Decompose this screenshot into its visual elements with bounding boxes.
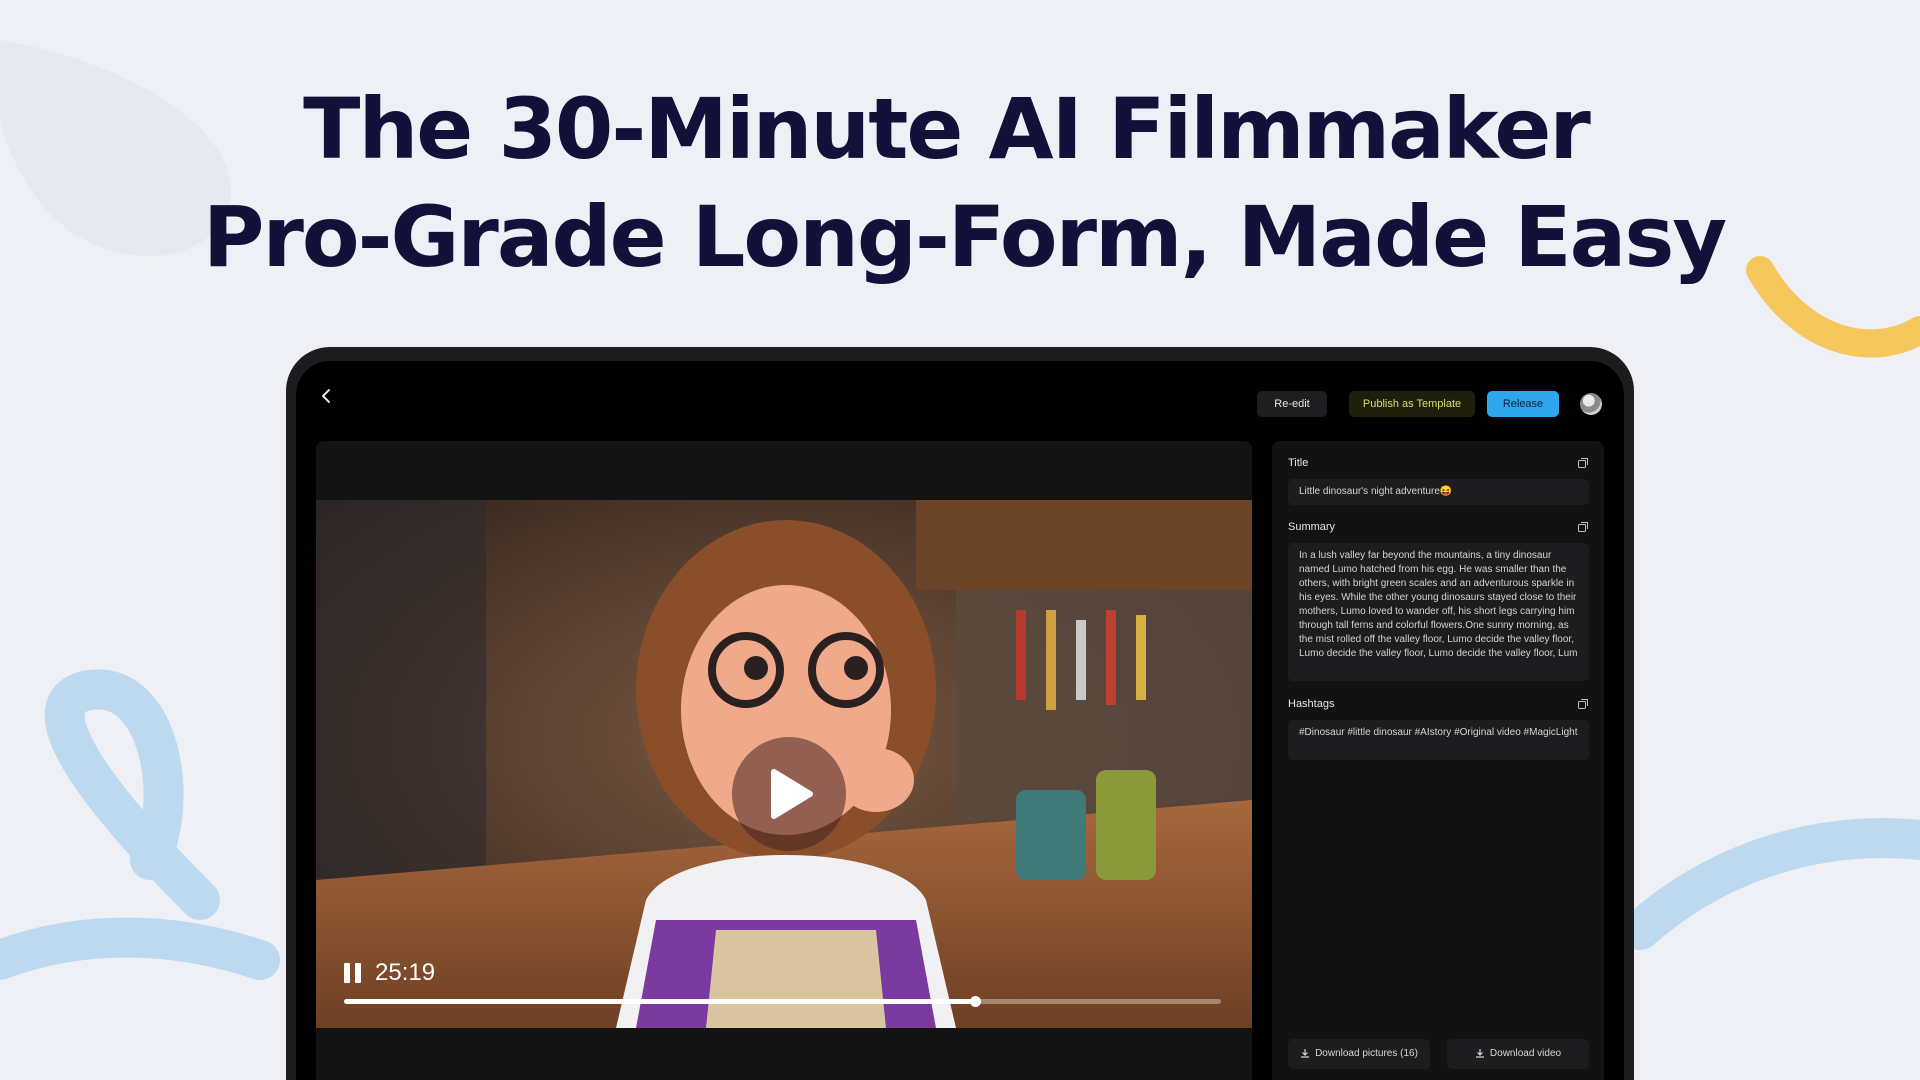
hashtags-label: Hashtags: [1288, 698, 1335, 710]
download-icon: [1475, 1049, 1484, 1058]
download-pictures-label: Download pictures (16): [1315, 1048, 1418, 1059]
progress-bar[interactable]: [344, 996, 1221, 1007]
publish-as-template-button[interactable]: Publish as Template: [1349, 391, 1475, 417]
app-screen: Re-edit Publish as Template Release 25:1…: [296, 361, 1624, 1080]
download-pictures-button[interactable]: Download pictures (16): [1288, 1039, 1430, 1069]
pause-icon[interactable]: [344, 963, 362, 983]
play-icon: [771, 769, 813, 819]
copy-icon[interactable]: [1577, 457, 1589, 469]
download-video-label: Download video: [1489, 1048, 1562, 1059]
copy-icon[interactable]: [1577, 521, 1589, 533]
summary-field[interactable]: In a lush valley far beyond the mountain…: [1288, 543, 1589, 681]
download-video-button[interactable]: Download video: [1447, 1039, 1589, 1069]
title-label: Title: [1288, 457, 1309, 469]
details-panel: Title Little dinosaur's night adventure😝…: [1272, 441, 1604, 1080]
video-player: 25:19: [316, 441, 1252, 1080]
back-button[interactable]: [314, 383, 340, 409]
avatar[interactable]: [1580, 393, 1602, 415]
tablet-frame: Re-edit Publish as Template Release 25:1…: [286, 347, 1634, 1080]
download-icon: [1301, 1049, 1310, 1058]
re-edit-button[interactable]: Re-edit: [1257, 391, 1327, 417]
progress-fill: [344, 999, 976, 1004]
playback-time: 25:19: [375, 959, 436, 986]
copy-icon[interactable]: [1577, 698, 1589, 710]
hero-title-line2: Pro-Grade Long-Form, Made Easy: [202, 188, 1727, 286]
chevron-left-icon: [322, 389, 330, 403]
video-frame[interactable]: 25:19: [316, 500, 1252, 1028]
top-bar: Re-edit Publish as Template Release: [296, 361, 1624, 431]
hashtags-field[interactable]: #Dinosaur #little dinosaur #AIstory #Ori…: [1288, 720, 1589, 760]
release-button[interactable]: Release: [1487, 391, 1559, 417]
play-button[interactable]: [732, 737, 846, 851]
hero-title-line1: The 30-Minute AI Filmmaker: [303, 80, 1591, 178]
title-field[interactable]: Little dinosaur's night adventure😝: [1288, 479, 1589, 505]
summary-label: Summary: [1288, 521, 1336, 533]
